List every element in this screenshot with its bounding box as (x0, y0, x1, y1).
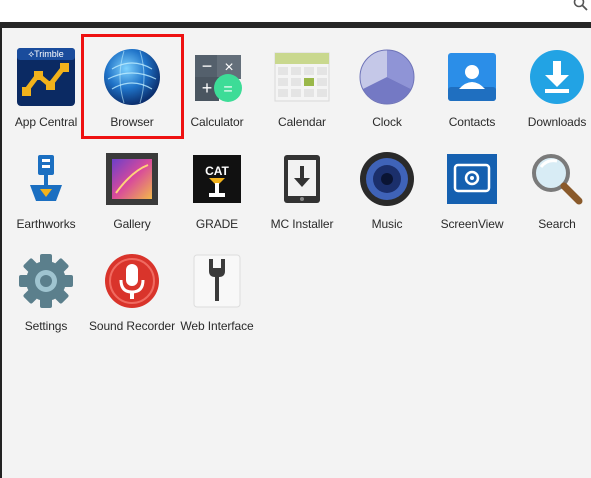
installer-icon (271, 148, 333, 210)
clock-icon (356, 46, 418, 108)
download-icon (526, 46, 588, 108)
app-label: Calculator (190, 115, 244, 129)
app-label: Earthworks (16, 217, 76, 231)
earthworks-icon (15, 148, 77, 210)
calendar-icon (271, 46, 333, 108)
top-divider (0, 22, 591, 28)
search-icon[interactable] (573, 0, 589, 12)
app-music[interactable]: Music (344, 144, 430, 244)
app-grade[interactable]: CAT GRADE (174, 144, 260, 244)
app-label: App Central (14, 115, 78, 129)
app-calculator[interactable]: − × + = Calculator (174, 42, 260, 142)
app-label: Clock (372, 115, 402, 129)
svg-text:CAT: CAT (205, 164, 229, 178)
svg-text:=: = (223, 81, 232, 98)
browser-highlight-box (81, 34, 184, 139)
svg-text:−: − (202, 56, 213, 76)
wrench-icon (186, 250, 248, 312)
microphone-icon (101, 250, 163, 312)
svg-text:×: × (224, 59, 233, 76)
app-label: Web Interface (180, 319, 254, 333)
app-calendar[interactable]: Calendar (259, 42, 345, 142)
app-label: Search (538, 217, 576, 231)
screenview-icon (441, 148, 503, 210)
svg-text:+: + (202, 78, 213, 98)
app-earthworks[interactable]: Earthworks (3, 144, 89, 244)
app-label: Gallery (113, 217, 151, 231)
speaker-icon (356, 148, 418, 210)
app-label: Calendar (278, 115, 326, 129)
app-gallery[interactable]: Gallery (89, 144, 175, 244)
app-label: MC Installer (270, 217, 334, 231)
svg-text:⟡Trimble: ⟡Trimble (28, 49, 64, 59)
app-label: Contacts (448, 115, 496, 129)
app-settings[interactable]: Settings (3, 246, 89, 346)
calculator-icon: − × + = (186, 46, 248, 108)
app-search[interactable]: Search (514, 144, 591, 244)
app-sound-recorder[interactable]: Sound Recorder (89, 246, 175, 346)
gallery-icon (101, 148, 163, 210)
magnifier-icon (526, 148, 588, 210)
app-label: Downloads (527, 115, 587, 129)
app-label: Settings (24, 319, 68, 333)
gear-icon (15, 250, 77, 312)
app-mc-installer[interactable]: MC Installer (259, 144, 345, 244)
app-web-interface[interactable]: Web Interface (174, 246, 260, 346)
window-edge (0, 28, 2, 478)
cat-grade-icon: CAT (186, 148, 248, 210)
app-label: Sound Recorder (89, 319, 175, 333)
app-screenview[interactable]: ScreenView (429, 144, 515, 244)
trimble-app-central-icon: ⟡Trimble (15, 46, 77, 108)
app-contacts[interactable]: Contacts (429, 42, 515, 142)
contacts-icon (441, 46, 503, 108)
top-bar (0, 0, 591, 22)
app-label: Music (371, 217, 403, 231)
app-label: GRADE (195, 217, 239, 231)
app-clock[interactable]: Clock (344, 42, 430, 142)
app-downloads[interactable]: Downloads (514, 42, 591, 142)
app-app-central[interactable]: ⟡Trimble App Central (3, 42, 89, 142)
app-label: ScreenView (440, 217, 504, 231)
